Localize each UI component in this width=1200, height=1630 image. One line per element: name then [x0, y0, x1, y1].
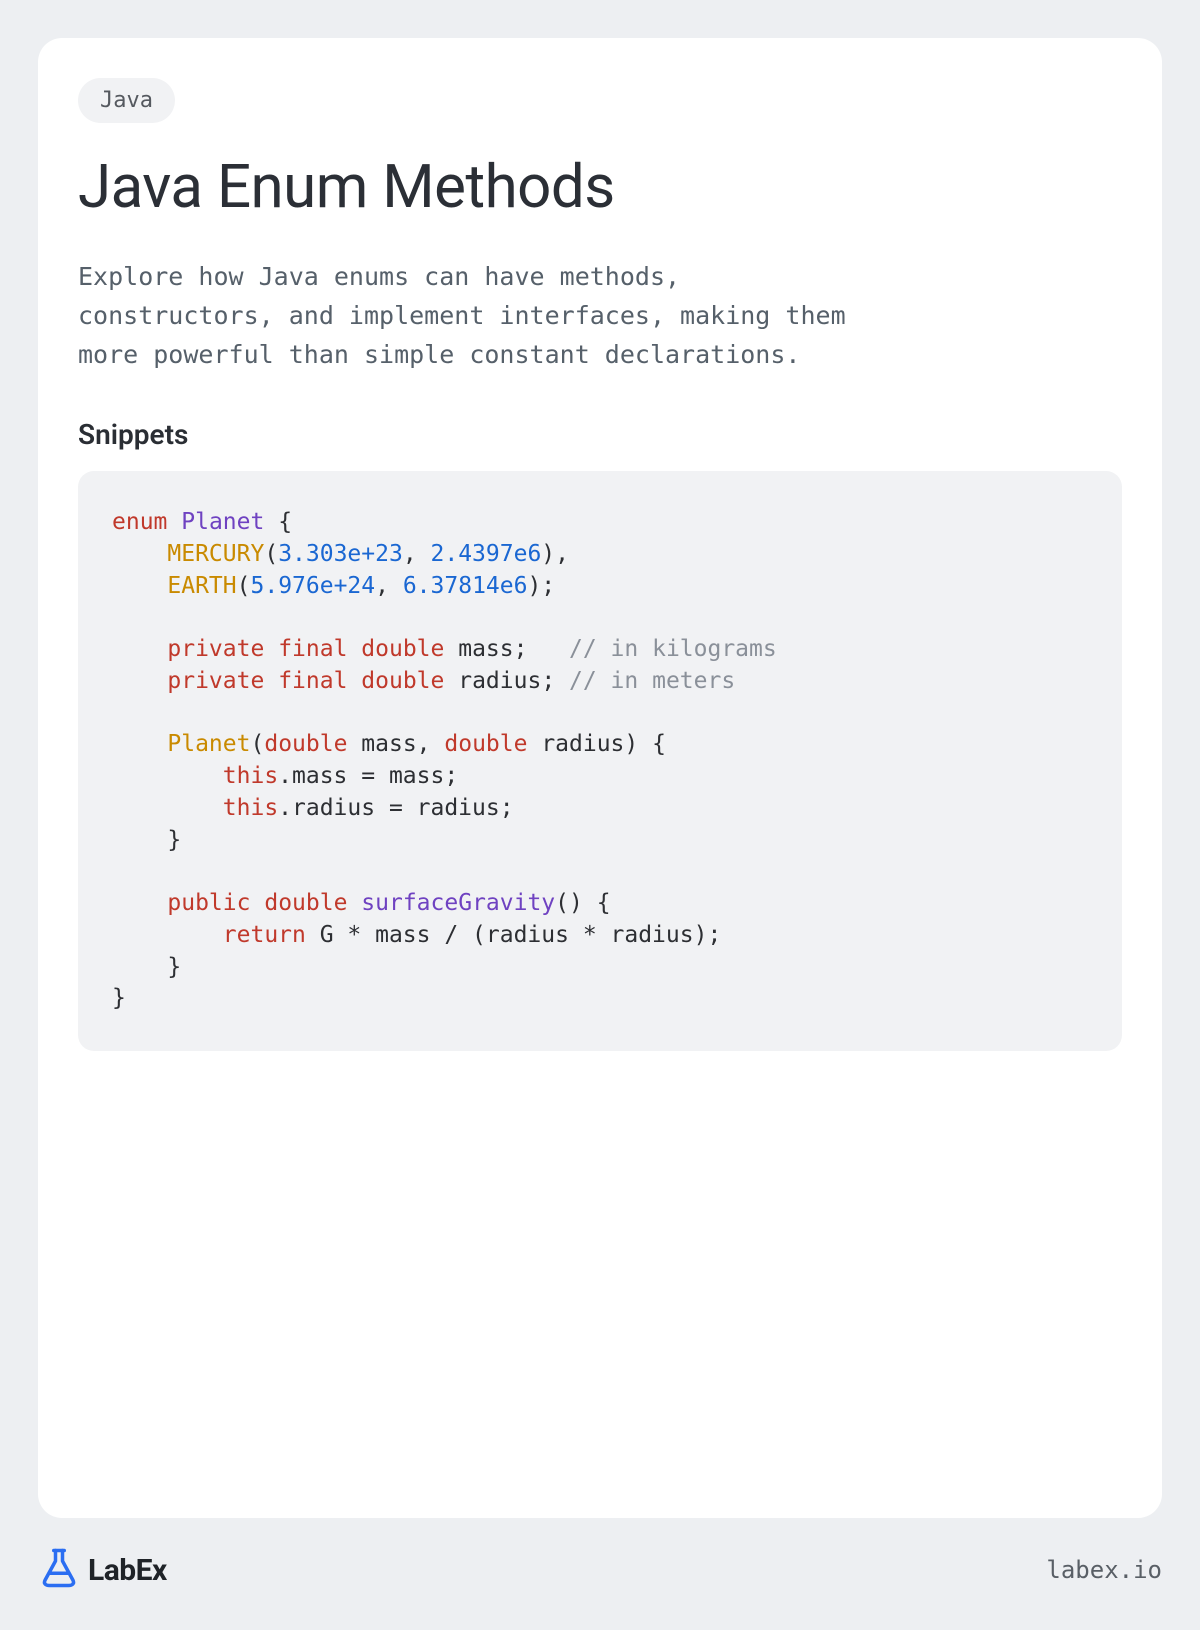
site-url: labex.io — [1046, 1556, 1162, 1584]
brand-name: LabEx — [88, 1553, 167, 1588]
language-tag: Java — [78, 78, 175, 123]
page-footer: LabEx labex.io — [38, 1540, 1162, 1600]
content-card: Java Java Enum Methods Explore how Java … — [38, 38, 1162, 1518]
flask-icon — [38, 1547, 80, 1593]
code-snippet: enum Planet { MERCURY(3.303e+23, 2.4397e… — [78, 471, 1122, 1051]
page-title: Java Enum Methods — [78, 151, 1122, 222]
snippets-heading: Snippets — [78, 418, 1122, 451]
brand-logo: LabEx — [38, 1547, 167, 1593]
page-description: Explore how Java enums can have methods,… — [78, 258, 858, 374]
